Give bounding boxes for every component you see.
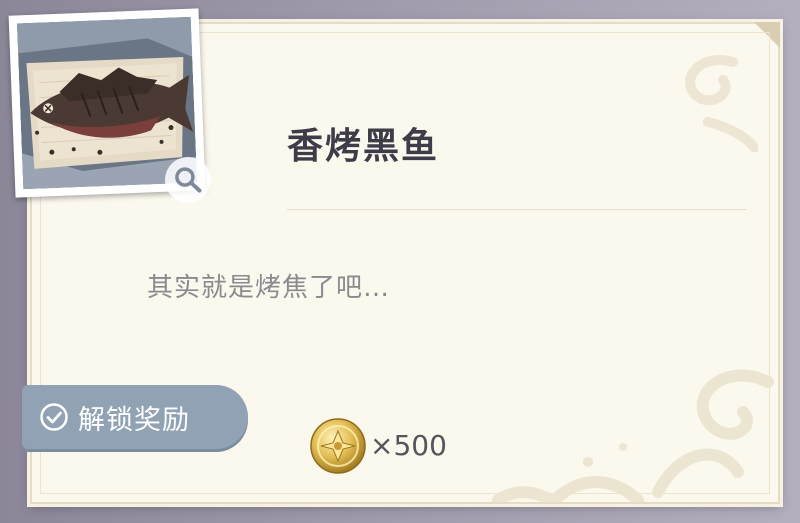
- item-title: 香烤黑鱼: [287, 126, 440, 167]
- unlock-reward-badge: 解锁奖励: [22, 385, 248, 449]
- gold-coin-icon: [310, 418, 366, 474]
- unlock-reward-label: 解锁奖励: [78, 404, 190, 436]
- reward-amount: ×500: [370, 429, 447, 462]
- title-divider: [287, 209, 747, 210]
- check-circle-icon: [40, 403, 68, 431]
- item-description: 其实就是烤焦了吧…: [147, 273, 391, 303]
- cloud-swirl-decoration: [685, 55, 758, 152]
- item-photo[interactable]: [8, 8, 212, 204]
- wave-swirl-decoration: [492, 369, 774, 502]
- magnifier-icon: [175, 167, 202, 193]
